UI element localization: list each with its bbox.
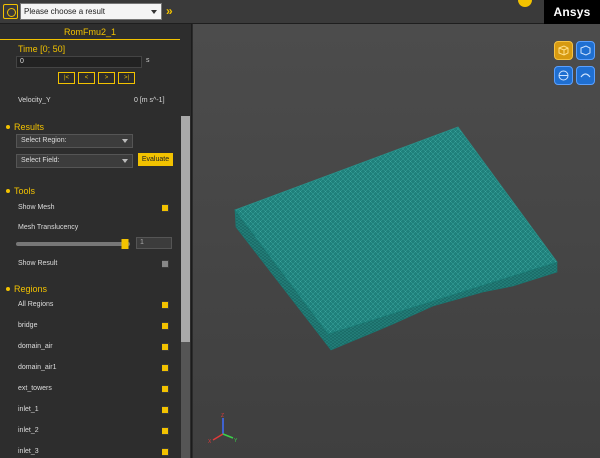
mesh-translucency-slider[interactable]	[16, 239, 130, 249]
cube-view-icon[interactable]	[554, 41, 573, 60]
region-item-label: All Regions	[18, 301, 54, 308]
scrollbar-thumb[interactable]	[181, 116, 190, 342]
chevron-down-icon	[122, 159, 128, 163]
chevron-down-icon	[151, 10, 157, 14]
show-result-toggle[interactable]	[155, 260, 169, 268]
bullet-icon	[6, 188, 10, 193]
panel-title: RomFmu2_1	[0, 24, 180, 40]
axis-triad-icon: Z X Y	[208, 413, 238, 445]
time-controls: |< < > >|	[58, 72, 135, 84]
time-label: Time [0; 50]	[18, 44, 66, 54]
region-item-label: inlet_1	[18, 406, 39, 413]
control-panel: RomFmu2_1 Time [0; 50] 0 s |< < > >| Vel…	[0, 24, 192, 458]
time-input[interactable]: 0	[16, 56, 142, 68]
3d-viewport[interactable]: Z X Y	[193, 24, 600, 458]
region-toggle-inlet-1[interactable]	[155, 406, 169, 414]
region-toggle-all[interactable]	[155, 301, 169, 309]
svg-text:Z: Z	[221, 413, 224, 419]
double-chevron-right-icon[interactable]: »	[166, 5, 180, 17]
panel-scrollbar[interactable]	[181, 116, 190, 458]
iso-view-icon[interactable]	[576, 41, 595, 60]
svg-text:Y: Y	[234, 438, 238, 444]
fit-view-icon[interactable]	[576, 66, 595, 85]
show-mesh-label: Show Mesh	[18, 204, 55, 211]
first-step-button[interactable]: |<	[58, 72, 75, 84]
bullet-icon	[6, 286, 10, 291]
next-step-button[interactable]: >	[98, 72, 115, 84]
rotate-view-icon[interactable]	[554, 66, 573, 85]
camera-icon[interactable]	[3, 4, 18, 19]
region-toggle-domain-air[interactable]	[155, 343, 169, 351]
output-value: 0 [m s^-1]	[134, 97, 165, 104]
region-toggle-bridge[interactable]	[155, 322, 169, 330]
region-item-label: bridge	[18, 322, 38, 329]
result-select[interactable]: Please choose a result	[20, 3, 162, 20]
time-unit: s	[146, 57, 150, 64]
mesh-translucency-label: Mesh Translucency	[18, 224, 79, 231]
mesh-translucency-value[interactable]: 1	[136, 237, 172, 249]
region-dropdown[interactable]: Select Region:	[16, 134, 133, 148]
bullet-icon	[6, 124, 10, 129]
results-section-header[interactable]: Results	[6, 122, 44, 132]
region-item-label: ext_towers	[18, 385, 52, 392]
field-dropdown[interactable]: Select Field:	[16, 154, 133, 168]
region-item-label: domain_air1	[18, 364, 57, 371]
status-indicator-icon	[518, 0, 532, 7]
show-result-label: Show Result	[18, 260, 58, 267]
mesh-model[interactable]	[193, 24, 600, 458]
mesh-top-face[interactable]	[234, 126, 558, 335]
region-toggle-ext-towers[interactable]	[155, 385, 169, 393]
regions-section-header[interactable]: Regions	[6, 284, 47, 294]
svg-text:X: X	[208, 439, 212, 445]
slider-handle[interactable]	[121, 239, 129, 249]
show-mesh-toggle[interactable]	[155, 204, 169, 212]
ansys-logo: Ansys	[544, 0, 600, 24]
output-name: Velocity_Y	[18, 97, 51, 104]
prev-step-button[interactable]: <	[78, 72, 95, 84]
region-toggle-inlet-3[interactable]	[155, 448, 169, 456]
region-toggle-domain-air1[interactable]	[155, 364, 169, 372]
chevron-down-icon	[122, 139, 128, 143]
evaluate-button[interactable]: Evaluate	[138, 153, 173, 166]
region-item-label: domain_air	[18, 343, 53, 350]
last-step-button[interactable]: >|	[118, 72, 135, 84]
region-item-label: inlet_3	[18, 448, 39, 455]
region-toggle-inlet-2[interactable]	[155, 427, 169, 435]
region-item-label: inlet_2	[18, 427, 39, 434]
top-toolbar: Please choose a result » Ansys	[0, 0, 600, 24]
result-select-label: Please choose a result	[24, 7, 105, 16]
tools-section-header[interactable]: Tools	[6, 186, 35, 196]
